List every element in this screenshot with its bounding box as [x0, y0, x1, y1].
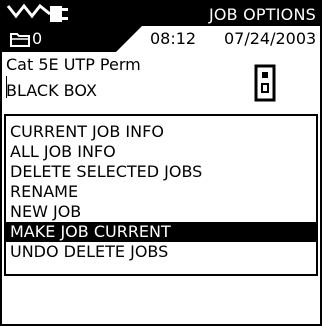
job-name-label: BLACK BOX: [6, 81, 97, 100]
menu-item-all-job-info[interactable]: ALL JOB INFO: [6, 142, 316, 162]
menu-item-rename[interactable]: RENAME: [6, 182, 316, 202]
folder-count: 0: [32, 29, 43, 48]
menu-item-delete-selected-jobs[interactable]: DELETE SELECTED JOBS: [6, 162, 316, 182]
menu-item-new-job[interactable]: NEW JOB: [6, 202, 316, 222]
status-divider: [82, 26, 142, 52]
cable-type-label: Cat 5E UTP Perm: [6, 55, 141, 74]
clock-time: 08:12: [150, 29, 197, 48]
menu-item-make-job-current[interactable]: MAKE JOB CURRENT: [6, 222, 316, 242]
menu-item-undo-delete-jobs[interactable]: UNDO DELETE JOBS: [6, 242, 316, 262]
clock-date: 07/24/2003: [224, 29, 317, 48]
status-bar: 0 08:12 07/24/2003: [2, 26, 320, 52]
title-bar: JOB OPTIONS: [2, 2, 320, 26]
remote-unit-icon: [254, 64, 276, 102]
job-options-menu: CURRENT JOB INFO ALL JOB INFO DELETE SELEC…: [4, 114, 318, 276]
folder-icon: [10, 33, 30, 47]
menu-item-current-job-info[interactable]: CURRENT JOB INFO: [6, 122, 316, 142]
screen-title: JOB OPTIONS: [208, 5, 316, 24]
folder-indicator: 0: [2, 26, 82, 52]
cable-tester-logo-icon: [6, 3, 68, 22]
